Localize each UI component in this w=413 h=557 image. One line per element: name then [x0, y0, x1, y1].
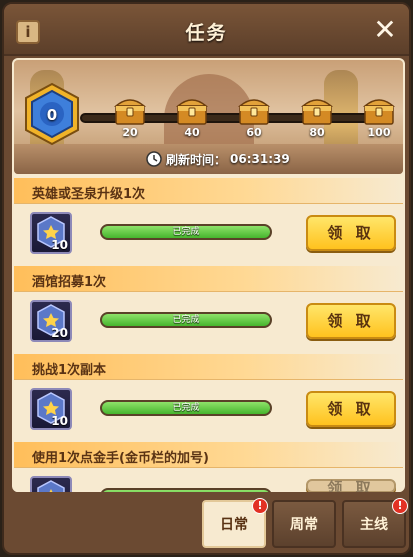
task-row: 挑战1次副本 10 已完成 领 取	[14, 354, 403, 438]
chest-threshold-label: 40	[184, 126, 200, 139]
notification-badge: !	[392, 498, 408, 514]
treasure-chest-icon[interactable]	[361, 92, 397, 126]
notification-badge: !	[252, 498, 268, 514]
chest-threshold-label: 80	[309, 126, 325, 139]
tab-main[interactable]: 主线 !	[342, 498, 408, 548]
tab-label: 主线	[360, 517, 388, 533]
level-number: 0	[46, 106, 58, 124]
claim-button[interactable]: 领 取	[306, 479, 396, 492]
task-progress-fill	[102, 490, 270, 492]
task-name: 酒馆招募1次	[32, 275, 107, 290]
star-gem-icon	[37, 480, 65, 492]
treasure-chest-icon[interactable]	[174, 92, 210, 126]
task-body: 20 已完成 领 取	[14, 292, 403, 350]
treasure-chest-icon[interactable]	[236, 92, 272, 126]
chest-threshold-label: 100	[367, 126, 391, 139]
task-name: 挑战1次副本	[32, 363, 107, 378]
task-body: 10 已完成 领 取	[14, 204, 403, 262]
clock-icon	[146, 151, 162, 167]
tab-label: 周常	[290, 517, 318, 533]
task-status: 已完成	[172, 315, 200, 325]
task-progress-bar: 已完成	[100, 224, 272, 240]
task-status: 已完成	[172, 227, 200, 237]
refresh-label: 刷新时间：	[166, 152, 227, 167]
task-header: 酒馆招募1次	[14, 266, 403, 292]
reward-item[interactable]: 10	[30, 212, 72, 254]
window-header: i 任务 ✕	[4, 4, 409, 56]
reward-item[interactable]: 10	[30, 388, 72, 430]
close-button[interactable]: ✕	[371, 16, 399, 44]
reward-count: 20	[51, 326, 68, 340]
reward-item[interactable]	[30, 476, 72, 492]
tab-weekly[interactable]: 周常	[272, 500, 336, 548]
task-header: 英雄或圣泉升级1次	[14, 178, 403, 204]
task-header: 使用1次点金手(金币栏的加号)	[14, 442, 403, 468]
treasure-chest-icon[interactable]	[299, 92, 335, 126]
reward-count: 10	[51, 414, 68, 428]
task-body: 10 已完成 领 取	[14, 380, 403, 438]
task-header: 挑战1次副本	[14, 354, 403, 380]
task-content: 0 20 40 60 80 100 刷新时间： 06:31:39 英雄或圣泉升级1次	[12, 58, 405, 492]
refresh-timer: 刷新时间： 06:31:39	[146, 150, 290, 168]
tab-label: 日常	[220, 517, 248, 533]
task-row: 使用1次点金手(金币栏的加号) 领 取	[14, 442, 403, 492]
tab-bar: 日常 ! 周常 主线 !	[4, 498, 409, 555]
tab-daily[interactable]: 日常 !	[202, 498, 268, 548]
task-name: 使用1次点金手(金币栏的加号)	[32, 451, 209, 466]
reward-count: 10	[51, 238, 68, 252]
task-progress-bar: 已完成	[100, 312, 272, 328]
refresh-time: 06:31:39	[230, 152, 290, 166]
task-body: 领 取	[14, 468, 403, 492]
task-name: 英雄或圣泉升级1次	[32, 187, 146, 202]
task-progress-bar	[100, 488, 272, 492]
progress-banner: 0 20 40 60 80 100 刷新时间： 06:31:39	[14, 60, 403, 174]
chest-threshold-label: 60	[246, 126, 262, 139]
task-row: 英雄或圣泉升级1次 10 已完成 领 取	[14, 178, 403, 262]
claim-button[interactable]: 领 取	[306, 215, 396, 251]
claim-button[interactable]: 领 取	[306, 391, 396, 427]
task-status: 已完成	[172, 403, 200, 413]
task-row: 酒馆招募1次 20 已完成 领 取	[14, 266, 403, 350]
window-title: 任务	[185, 22, 228, 44]
task-progress-bar: 已完成	[100, 400, 272, 416]
reward-item[interactable]: 20	[30, 300, 72, 342]
chest-threshold-label: 20	[122, 126, 138, 139]
task-window: i 任务 ✕ 0 20 40 60 80 100 刷新时间： 06:31:39 …	[2, 2, 411, 555]
claim-button[interactable]: 领 取	[306, 303, 396, 339]
treasure-chest-icon[interactable]	[112, 92, 148, 126]
